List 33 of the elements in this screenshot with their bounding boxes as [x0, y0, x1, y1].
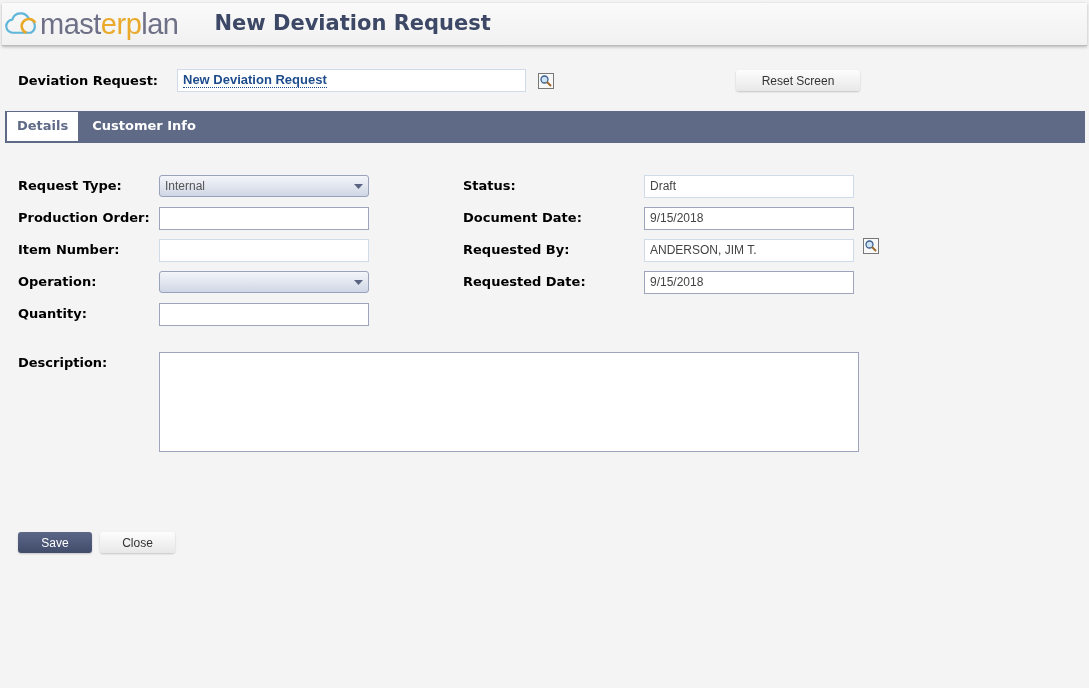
input-field[interactable]	[159, 238, 369, 262]
close-button[interactable]: Close	[100, 532, 175, 553]
dropdown[interactable]: Internal	[159, 175, 369, 197]
input-field[interactable]	[159, 302, 369, 326]
save-button[interactable]: Save	[18, 532, 92, 553]
field-label: Quantity:	[18, 305, 88, 324]
page-title: New Deviation Request	[214, 10, 491, 38]
input-field[interactable]: 9/15/2018	[644, 206, 854, 230]
dropdown[interactable]	[159, 271, 369, 293]
caret-icon	[354, 183, 363, 189]
tab[interactable]: Details	[7, 111, 79, 141]
masterplan-logo: masterplan	[2, 9, 179, 39]
field-label: Deviation Request:	[18, 71, 160, 90]
field-label: Item Number:	[18, 241, 121, 260]
field-label: Request Type:	[18, 177, 123, 196]
search-icon[interactable]	[863, 238, 879, 254]
search-icon[interactable]	[538, 72, 554, 89]
field-label: Operation:	[18, 273, 98, 292]
tab[interactable]: Customer Info	[78, 110, 210, 141]
field-label: Production Order:	[18, 209, 151, 228]
field-label: Requested Date:	[463, 273, 587, 292]
description-field[interactable]	[159, 352, 859, 452]
reset-screen-button[interactable]: Reset Screen	[736, 70, 860, 91]
input-field[interactable]: ANDERSON, JIM T.	[644, 238, 854, 262]
deviation-request-field[interactable]: New Deviation Request	[177, 69, 526, 92]
field-label: Status:	[463, 177, 517, 196]
input-field[interactable]: Draft	[644, 174, 854, 198]
caret-icon	[354, 279, 363, 285]
field-label: Requested By:	[463, 241, 571, 260]
input-field[interactable]: 9/15/2018	[644, 270, 854, 294]
field-label: Description:	[18, 354, 109, 372]
field-label: Document Date:	[463, 209, 583, 228]
input-field[interactable]	[159, 206, 369, 230]
